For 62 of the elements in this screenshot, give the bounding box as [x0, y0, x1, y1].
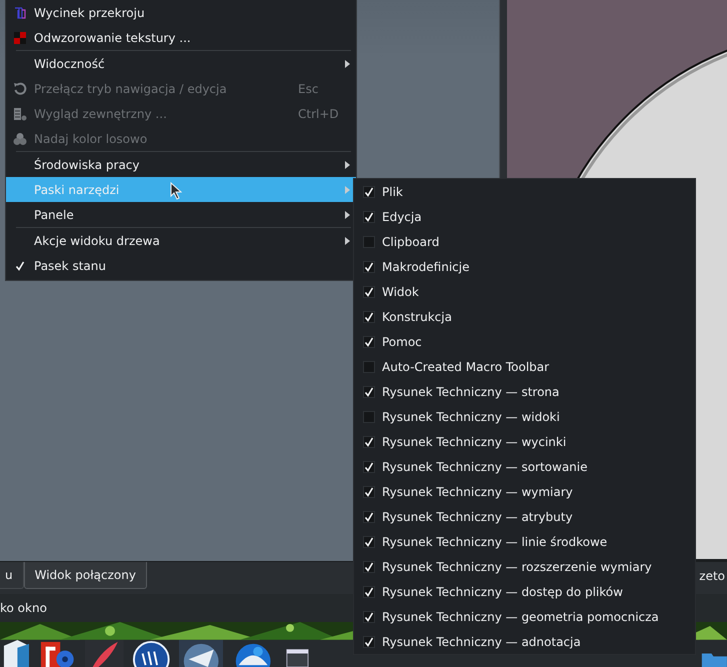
menu-item[interactable]: Panele — [6, 202, 356, 227]
checkbox[interactable] — [363, 410, 375, 422]
submenu-arrow-icon — [345, 236, 350, 244]
checkbox[interactable] — [363, 560, 375, 572]
rotate-icon — [13, 82, 27, 96]
checkbox[interactable] — [363, 510, 375, 522]
menu-item[interactable]: Środowiska pracy — [6, 152, 356, 177]
checkbox[interactable] — [363, 310, 375, 322]
view-tab[interactable]: Widok połączony — [24, 562, 147, 589]
menu-item[interactable]: Wycinek przekroju — [6, 0, 356, 25]
menu-item[interactable]: Makrodefinicje — [354, 254, 695, 279]
submenu-arrow-icon — [345, 186, 350, 194]
menu-item[interactable]: Rysunek Techniczny — wymiary — [354, 479, 695, 504]
submenu-arrow-icon — [345, 60, 350, 68]
checkbox[interactable] — [363, 336, 375, 348]
menu-item[interactable]: Widok — [354, 279, 695, 304]
menu-item[interactable]: Rysunek Techniczny — geometria pomocnicza — [354, 604, 695, 629]
status-text: ko okno — [0, 600, 47, 615]
checkbox[interactable] — [363, 260, 375, 272]
appearance-icon — [13, 106, 27, 120]
submenu-arrow-icon — [345, 210, 350, 218]
tab-label[interactable]: zeto — [699, 562, 727, 583]
menu-item[interactable]: Rysunek Techniczny — adnotacja — [354, 629, 695, 654]
checker-icon — [14, 32, 26, 44]
menu-item[interactable]: Odwzorowanie tekstury ... — [6, 25, 356, 50]
menu-item[interactable]: Rysunek Techniczny — atrybuty — [354, 504, 695, 529]
checkbox[interactable] — [363, 386, 375, 398]
menu-item[interactable]: Pasek stanu — [6, 253, 356, 278]
menu-item[interactable]: Konstrukcja — [354, 304, 695, 329]
menu-item[interactable]: Edycja — [354, 204, 695, 229]
menu-item[interactable]: Widoczność — [6, 51, 356, 76]
menu-item[interactable]: Rysunek Techniczny — sortowanie — [354, 454, 695, 479]
menu-item[interactable]: Pomoc — [354, 329, 695, 354]
menu-item[interactable]: Auto-Created Macro Toolbar — [354, 354, 695, 379]
checkbox[interactable] — [363, 636, 375, 648]
menu-item[interactable]: Rysunek Techniczny — strona — [354, 379, 695, 404]
color-balls-icon — [13, 132, 27, 146]
checkbox[interactable] — [363, 210, 375, 222]
menu-item[interactable]: Rysunek Techniczny — widoki — [354, 404, 695, 429]
menu-item[interactable]: Plik — [354, 179, 695, 204]
paper-plane-icon[interactable] — [178, 640, 223, 667]
menu-item[interactable]: Rysunek Techniczny — rozszerzenie wymiary — [354, 554, 695, 579]
menu-item[interactable]: Akcje widoku drzewa — [6, 228, 356, 253]
checkbox[interactable] — [363, 360, 375, 372]
menu-item[interactable]: Rysunek Techniczny — wycinki — [354, 429, 695, 454]
checkbox[interactable] — [363, 536, 375, 548]
menu-item[interactable]: Rysunek Techniczny — dostęp do plików — [354, 579, 695, 604]
checkbox[interactable] — [363, 186, 375, 198]
checkbox[interactable] — [363, 436, 375, 448]
menu-item[interactable]: Rysunek Techniczny — linie środkowe — [354, 529, 695, 554]
checkbox[interactable] — [363, 286, 375, 298]
cube-icon[interactable] — [2, 640, 31, 667]
checkbox[interactable] — [363, 236, 375, 248]
mouse-cursor-icon — [170, 182, 182, 200]
checkbox[interactable] — [363, 460, 375, 472]
menu-item[interactable]: Clipboard — [354, 229, 695, 254]
checkbox[interactable] — [363, 586, 375, 598]
section-icon — [14, 6, 26, 18]
view-tab[interactable]: u — [0, 562, 24, 589]
checkbox[interactable] — [363, 610, 375, 622]
submenu-arrow-icon — [345, 160, 350, 168]
checkbox[interactable] — [363, 486, 375, 498]
